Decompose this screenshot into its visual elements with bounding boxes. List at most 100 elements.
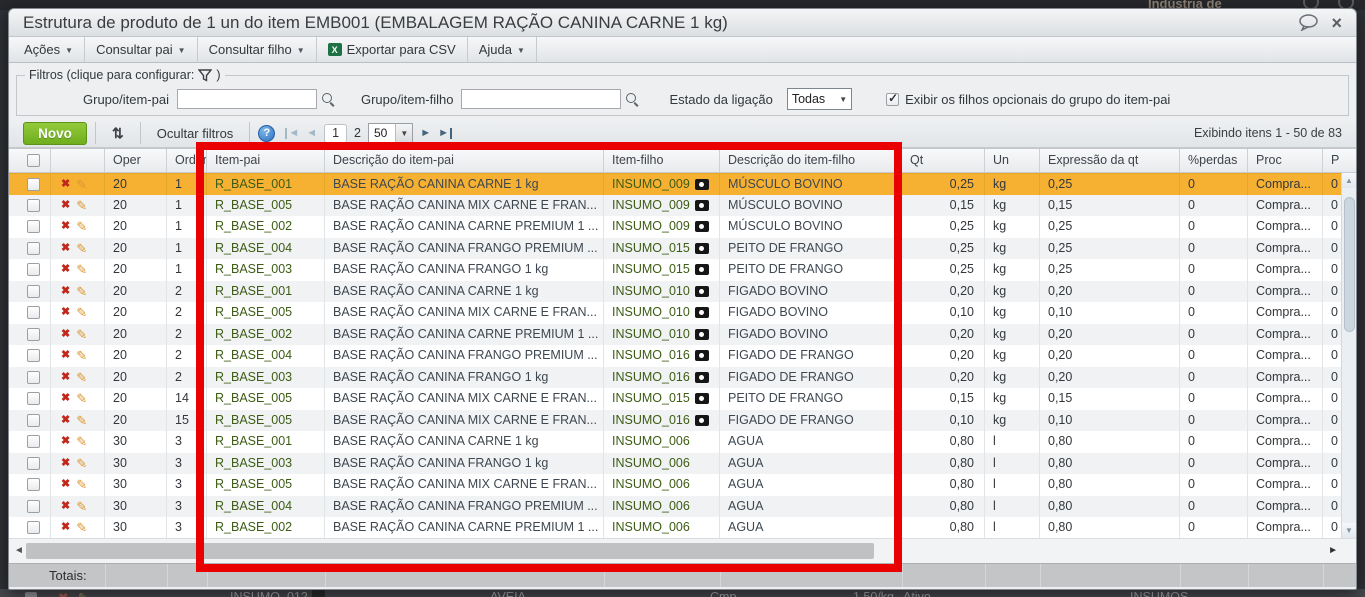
delete-icon[interactable]: ✖ [61, 174, 70, 195]
edit-icon[interactable]: ✎ [76, 410, 87, 431]
close-icon[interactable]: × [1331, 14, 1342, 32]
table-row[interactable]: ✖ ✎ 30 3 R_BASE_004 BASE RAÇÃO CANINA FRANGO … [9, 495, 1356, 517]
row-checkbox[interactable] [27, 370, 40, 384]
edit-icon[interactable]: ✎ [76, 195, 87, 216]
delete-icon[interactable]: ✖ [61, 517, 70, 538]
edit-icon[interactable]: ✎ [76, 174, 87, 195]
row-checkbox[interactable] [27, 306, 40, 320]
table-row[interactable]: ✖ ✎ 30 3 R_BASE_005 BASE RAÇÃO CANINA MIX CAR… [9, 474, 1356, 496]
edit-icon[interactable]: ✎ [76, 281, 87, 302]
vertical-scrollbar-thumb[interactable] [1343, 197, 1355, 332]
table-row[interactable]: ✖ ✎ 20 2 R_BASE_001 BASE RAÇÃO CANINA CARNE 1… [9, 280, 1356, 302]
row-checkbox[interactable] [27, 263, 40, 277]
delete-icon[interactable]: ✖ [61, 216, 70, 237]
row-checkbox[interactable] [27, 349, 40, 363]
table-row[interactable]: ✖ ✎ 20 1 R_BASE_002 BASE RAÇÃO CANINA CARNE P… [9, 216, 1356, 238]
delete-icon[interactable]: ✖ [61, 324, 70, 345]
hide-filters-button[interactable]: Ocultar filtros [149, 126, 242, 141]
select-all-checkbox[interactable] [27, 154, 40, 167]
refresh-icon[interactable]: ⇅ [104, 125, 132, 142]
horizontal-scrollbar[interactable]: ◄ ► [9, 538, 1356, 563]
edit-icon[interactable]: ✎ [76, 324, 87, 345]
table-row[interactable]: ✖ ✎ 30 3 R_BASE_003 BASE RAÇÃO CANINA FRANGO … [9, 452, 1356, 474]
group-child-input[interactable] [461, 89, 622, 109]
edit-icon[interactable]: ✎ [76, 388, 87, 409]
scroll-up-icon[interactable]: ▲ [1342, 173, 1356, 188]
table-row[interactable]: ✖ ✎ 20 2 R_BASE_005 BASE RAÇÃO CANINA MIX CAR… [9, 302, 1356, 324]
comment-bubble-icon[interactable] [1298, 14, 1319, 31]
row-checkbox[interactable] [27, 241, 40, 255]
first-page-icon[interactable]: ◄ [285, 127, 299, 139]
delete-icon[interactable]: ✖ [61, 388, 70, 409]
edit-icon[interactable]: ✎ [76, 302, 87, 323]
optional-children-checkbox[interactable] [886, 91, 900, 106]
vertical-scrollbar[interactable]: ▲ ▼ [1341, 173, 1356, 538]
delete-icon[interactable]: ✖ [61, 238, 70, 259]
delete-icon[interactable]: ✖ [61, 410, 70, 431]
delete-icon[interactable]: ✖ [61, 453, 70, 474]
page-size-select[interactable]: 50 ▼ [368, 123, 414, 143]
row-checkbox[interactable] [27, 198, 40, 212]
table-row[interactable]: ✖ ✎ 30 3 R_BASE_002 BASE RAÇÃO CANINA CARNE P… [9, 517, 1356, 539]
scroll-down-icon[interactable]: ▼ [1342, 523, 1356, 538]
current-page[interactable]: 1 [324, 123, 348, 143]
delete-icon[interactable]: ✖ [61, 195, 70, 216]
delete-icon[interactable]: ✖ [61, 302, 70, 323]
table-row[interactable]: ✖ ✎ 20 2 R_BASE_003 BASE RAÇÃO CANINA FRANGO … [9, 366, 1356, 388]
row-checkbox[interactable] [27, 499, 40, 513]
help-icon[interactable]: ? [258, 124, 276, 142]
table-row[interactable]: ✖ ✎ 30 3 R_BASE_001 BASE RAÇÃO CANINA CARNE 1… [9, 431, 1356, 453]
edit-icon[interactable]: ✎ [76, 517, 87, 538]
delete-icon[interactable]: ✖ [61, 431, 70, 452]
edit-icon[interactable]: ✎ [76, 453, 87, 474]
scroll-right-icon[interactable]: ► [1328, 545, 1338, 556]
row-checkbox[interactable] [27, 327, 40, 341]
row-checkbox[interactable] [27, 392, 40, 406]
table-row[interactable]: ✖ ✎ 20 2 R_BASE_002 BASE RAÇÃO CANINA CARNE P… [9, 323, 1356, 345]
row-checkbox[interactable] [27, 413, 40, 427]
row-checkbox[interactable] [27, 220, 40, 234]
edit-icon[interactable]: ✎ [76, 345, 87, 366]
delete-icon[interactable]: ✖ [61, 259, 70, 280]
edit-icon[interactable]: ✎ [76, 238, 87, 259]
table-row[interactable]: ✖ ✎ 20 14 R_BASE_005 BASE RAÇÃO CANINA MIX CA… [9, 388, 1356, 410]
row-checkbox[interactable] [27, 521, 40, 535]
row-checkbox[interactable] [27, 284, 40, 298]
table-row[interactable]: ✖ ✎ 20 1 R_BASE_001 BASE RAÇÃO CANINA CARNE 1… [9, 173, 1356, 195]
horizontal-scrollbar-thumb[interactable] [26, 543, 874, 559]
group-parent-input[interactable] [176, 89, 317, 109]
edit-icon[interactable]: ✎ [76, 496, 87, 517]
delete-icon[interactable]: ✖ [61, 496, 70, 517]
page-2-link[interactable]: 2 [354, 126, 361, 140]
new-button[interactable]: Novo [23, 121, 87, 145]
delete-icon[interactable]: ✖ [61, 345, 70, 366]
menu-consultar-filho[interactable]: Consultar filho ▼ [198, 37, 317, 62]
delete-icon[interactable]: ✖ [61, 281, 70, 302]
table-row[interactable]: ✖ ✎ 20 1 R_BASE_005 BASE RAÇÃO CANINA MIX CAR… [9, 194, 1356, 216]
menu-a-es[interactable]: Ações ▼ [13, 37, 86, 62]
delete-icon[interactable]: ✖ [61, 367, 70, 388]
edit-icon[interactable]: ✎ [76, 259, 87, 280]
edit-icon[interactable]: ✎ [76, 474, 87, 495]
edit-icon[interactable]: ✎ [76, 367, 87, 388]
search-icon[interactable] [625, 92, 639, 106]
table-row[interactable]: ✖ ✎ 20 2 R_BASE_004 BASE RAÇÃO CANINA FRANGO … [9, 345, 1356, 367]
table-row[interactable]: ✖ ✎ 20 1 R_BASE_003 BASE RAÇÃO CANINA FRANGO … [9, 259, 1356, 281]
row-checkbox[interactable] [27, 435, 40, 449]
filters-legend[interactable]: Filtros (clique para configurar: ) [25, 68, 225, 82]
table-row[interactable]: ✖ ✎ 20 15 R_BASE_005 BASE RAÇÃO CANINA MIX CA… [9, 409, 1356, 431]
delete-icon[interactable]: ✖ [61, 474, 70, 495]
row-checkbox[interactable] [27, 456, 40, 470]
search-icon[interactable] [321, 92, 335, 106]
link-state-select[interactable]: Todas ▼ [786, 88, 853, 110]
prev-page-icon[interactable]: ◄ [306, 127, 317, 139]
row-checkbox[interactable] [27, 177, 40, 191]
menu-consultar-pai[interactable]: Consultar pai ▼ [85, 37, 198, 62]
last-page-icon[interactable]: ► [438, 127, 453, 139]
row-checkbox[interactable] [27, 478, 40, 492]
table-row[interactable]: ✖ ✎ 20 1 R_BASE_004 BASE RAÇÃO CANINA FRANGO … [9, 237, 1356, 259]
scroll-left-icon[interactable]: ◄ [14, 545, 24, 556]
edit-icon[interactable]: ✎ [76, 431, 87, 452]
menu-ajuda[interactable]: Ajuda ▼ [468, 37, 537, 62]
next-page-icon[interactable]: ► [420, 127, 431, 139]
